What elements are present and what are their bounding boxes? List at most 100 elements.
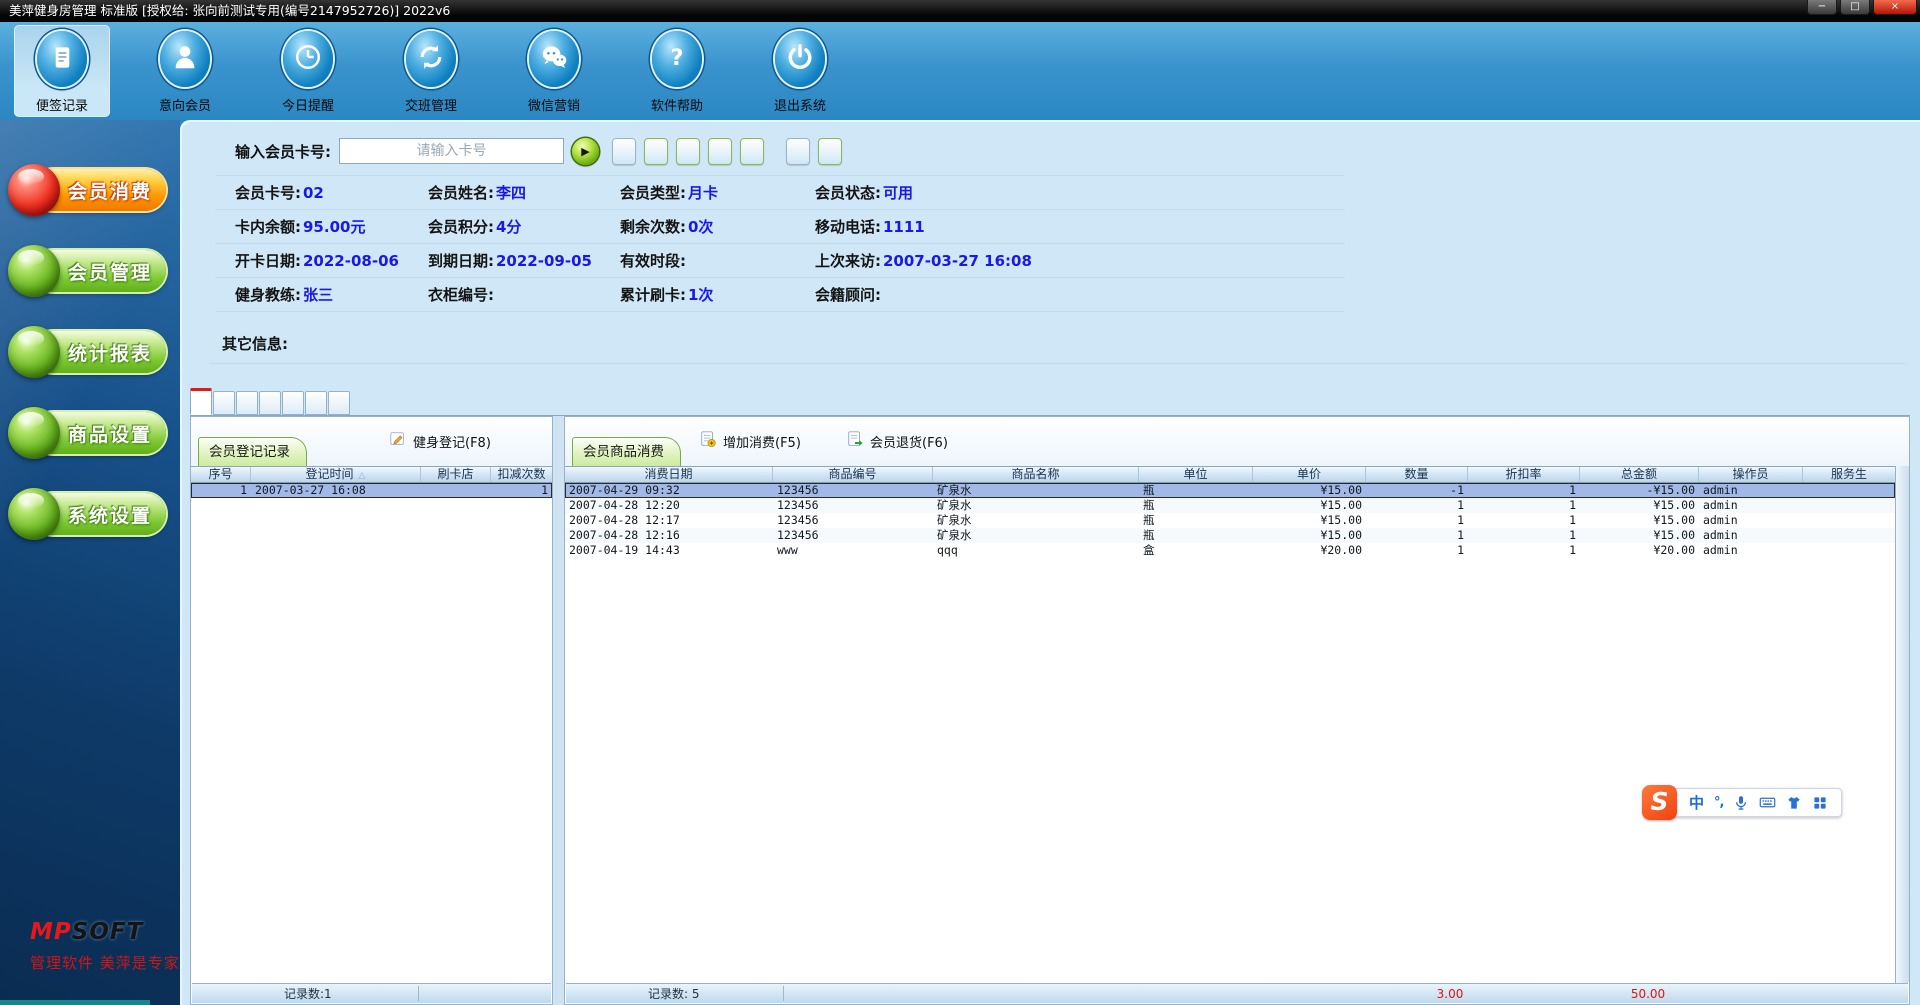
main-area: 输入会员卡号: ▶ 会员卡号:02 会员姓名:李四 会员类型:月卡 会员状态:可…: [180, 120, 1920, 1005]
table-row[interactable]: 2007-04-28 12:16 123456 矿泉水 瓶 ¥15.00 1 1 ¥15.00…: [565, 528, 1895, 543]
skin-icon[interactable]: [1786, 795, 1802, 811]
sidebar-item[interactable]: 商品设置: [8, 407, 168, 459]
table-row[interactable]: 2007-04-28 12:20 123456 矿泉水 瓶 ¥15.00 1 1 ¥15.00…: [565, 498, 1895, 513]
table-cell: 2007-04-28 12:20: [569, 498, 680, 512]
ime-punctuation-toggle[interactable]: °,: [1714, 795, 1725, 810]
table-cell: qqq: [937, 543, 958, 557]
member-info-value: 月卡: [688, 184, 719, 202]
toolbar-icon-circle: [283, 31, 333, 87]
record-tab[interactable]: [213, 391, 235, 415]
column-header[interactable]: 刷卡店: [421, 467, 491, 482]
column-header[interactable]: 折扣率: [1468, 467, 1580, 482]
table-cell: 2007-04-29 09:32: [569, 483, 680, 497]
lookup-action-button[interactable]: [612, 137, 636, 165]
status-divider: [418, 986, 419, 1001]
table-row[interactable]: 2007-04-28 12:17 123456 矿泉水 瓶 ¥15.00 1 1 ¥15.00…: [565, 513, 1895, 528]
record-tab[interactable]: [328, 391, 350, 415]
toolbar-item[interactable]: 今日提醒: [260, 25, 356, 117]
table-cell: [1803, 543, 1895, 558]
keyboard-icon[interactable]: [1759, 794, 1776, 811]
column-header[interactable]: 数量: [1366, 467, 1468, 482]
member-info-label: 会员类型:: [620, 184, 686, 202]
member-info-field: 会员类型: 月卡: [600, 176, 795, 210]
lookup-action-button[interactable]: [818, 137, 842, 165]
toolbar-item[interactable]: 退出系统: [752, 25, 848, 117]
member-info-field: 健身教练: 张三: [215, 278, 408, 312]
table-cell: 矿泉水: [937, 483, 972, 497]
record-tab[interactable]: [282, 391, 304, 415]
table-cell: ¥20.00: [1653, 543, 1695, 557]
table-cell: 矿泉水: [937, 513, 972, 527]
lookup-action-button[interactable]: [740, 137, 764, 165]
card-lookup-row: 输入会员卡号: ▶: [235, 137, 842, 165]
sphere-icon: [8, 326, 60, 378]
help-icon: ?: [662, 42, 692, 76]
sidebar-item-label: 会员管理: [67, 261, 152, 284]
column-header[interactable]: 总金额: [1580, 467, 1699, 482]
card-submit-button[interactable]: ▶: [572, 137, 599, 165]
lookup-action-button[interactable]: [644, 137, 668, 165]
table-cell: 1: [541, 483, 548, 497]
toolbar-item[interactable]: 交班管理: [383, 25, 479, 117]
column-header[interactable]: 序号: [191, 467, 251, 482]
close-button[interactable]: ×: [1873, 0, 1917, 15]
toolbar-item[interactable]: 意向会员: [137, 25, 233, 117]
record-tab[interactable]: [259, 391, 281, 415]
minimize-button[interactable]: −: [1807, 0, 1837, 15]
sidebar-item[interactable]: 系统设置: [8, 488, 168, 540]
mic-icon[interactable]: [1733, 795, 1749, 811]
gym-checkin-button[interactable]: 健身登记(F8): [389, 431, 491, 451]
column-header[interactable]: 单位: [1139, 467, 1253, 482]
column-header[interactable]: 商品编号: [773, 467, 933, 482]
consumption-tab[interactable]: 会员商品消费: [572, 437, 681, 466]
record-tab[interactable]: [190, 388, 212, 415]
member-info-value: 张三: [303, 286, 334, 304]
toolbar-item-label: 软件帮助: [650, 99, 703, 114]
table-cell: ¥15.00: [1653, 528, 1695, 542]
column-header[interactable]: 商品名称: [933, 467, 1139, 482]
lookup-action-button[interactable]: [708, 137, 732, 165]
doc-return-icon: [846, 430, 864, 452]
maximize-button[interactable]: □: [1840, 0, 1870, 15]
lookup-action-button[interactable]: [786, 137, 810, 165]
card-number-input[interactable]: [339, 138, 564, 164]
member-info-field: 会员姓名: 李四: [408, 176, 600, 210]
table-row[interactable]: 1 2007-03-27 16:08 1: [191, 483, 552, 498]
lookup-action-button[interactable]: [676, 137, 700, 165]
table-row[interactable]: 2007-04-29 09:32 123456 矿泉水 瓶 ¥15.00 -1 1 -¥15.…: [565, 483, 1895, 498]
toolbar-item[interactable]: 便签记录: [14, 25, 110, 117]
checkin-tab[interactable]: 会员登记记录: [198, 437, 307, 466]
member-info-label: 到期日期:: [428, 252, 494, 270]
clock-icon: [293, 42, 323, 76]
table-cell: [1803, 498, 1895, 513]
table-cell: 2007-04-28 12:17: [569, 513, 680, 527]
member-return-button[interactable]: 会员退货(F6): [846, 431, 948, 451]
column-header[interactable]: 单价: [1253, 467, 1366, 482]
member-info-label: 剩余次数:: [620, 218, 686, 236]
table-cell: 2007-03-27 16:08: [255, 483, 366, 497]
toolbar-item[interactable]: ? 软件帮助: [629, 25, 725, 117]
sidebar-item[interactable]: 统计报表: [8, 326, 168, 378]
column-header[interactable]: 扣减次数: [491, 467, 552, 482]
toolbar-item[interactable]: 微信营销: [506, 25, 602, 117]
sidebar-item[interactable]: 会员管理: [8, 245, 168, 297]
table-row[interactable]: 2007-04-19 14:43 www qqq 盒 ¥20.00 1 1 ¥20.00 adm…: [565, 543, 1895, 558]
member-info-value: 1111: [883, 218, 925, 236]
column-header[interactable]: 消费日期: [565, 467, 773, 482]
column-header[interactable]: 服务生: [1803, 467, 1895, 482]
sidebar-item[interactable]: 会员消费: [8, 164, 168, 216]
sogou-logo[interactable]: S: [1642, 785, 1677, 820]
column-header[interactable]: 操作员: [1699, 467, 1803, 482]
record-tab[interactable]: [236, 391, 258, 415]
table-cell: admin: [1703, 483, 1738, 497]
table-cell: 瓶: [1143, 498, 1155, 512]
table-cell: 123456: [777, 498, 819, 512]
ime-language-mode[interactable]: 中: [1689, 792, 1704, 813]
toolbox-icon[interactable]: [1812, 795, 1828, 811]
add-consumption-button[interactable]: 增加消费(F5): [699, 431, 801, 451]
table-cell: [1803, 483, 1895, 498]
column-header[interactable]: 登记时间 △: [251, 467, 421, 482]
vertical-scrollbar[interactable]: [1895, 466, 1909, 983]
table-cell: 1: [1569, 528, 1576, 542]
record-tab[interactable]: [305, 391, 327, 415]
